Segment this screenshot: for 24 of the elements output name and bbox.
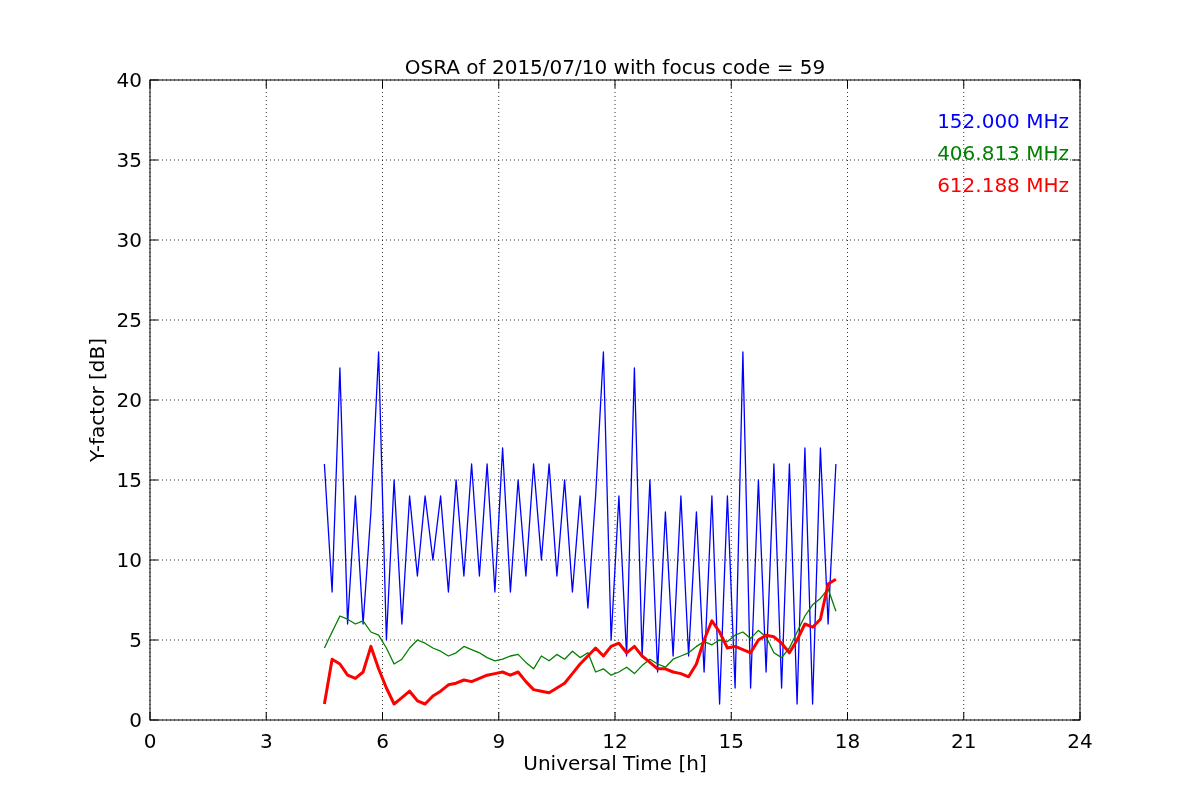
tick-label: 15 <box>718 729 744 753</box>
tick-label: 0 <box>143 729 157 753</box>
tick-label: 18 <box>834 729 861 753</box>
legend-label: 152.000 MHz <box>937 109 1069 133</box>
tick-label: 25 <box>116 308 142 332</box>
tick-label: 24 <box>1067 729 1093 753</box>
tick-label: 5 <box>129 628 142 652</box>
tick-label: 10 <box>116 548 142 572</box>
tick-label: 9 <box>492 729 506 753</box>
tick-label: 3 <box>259 729 273 753</box>
tick-label: 0 <box>129 708 142 732</box>
tick-label: 12 <box>602 729 628 753</box>
legend-label: 406.813 MHz <box>937 141 1069 165</box>
tick-label: 35 <box>116 148 142 172</box>
tick-label: 6 <box>376 729 389 753</box>
tick-label: 21 <box>951 729 977 753</box>
y-axis-label: Y-factor [dB] <box>85 338 109 462</box>
chart-title: OSRA of 2015/07/10 with focus code = 59 <box>404 55 826 79</box>
x-axis-label: Universal Time [h] <box>523 751 707 775</box>
tick-label: 40 <box>116 68 142 92</box>
tick-label: 15 <box>116 468 142 492</box>
tick-label: 30 <box>116 228 142 252</box>
legend-label: 612.188 MHz <box>937 173 1069 197</box>
tick-label: 20 <box>116 388 142 412</box>
